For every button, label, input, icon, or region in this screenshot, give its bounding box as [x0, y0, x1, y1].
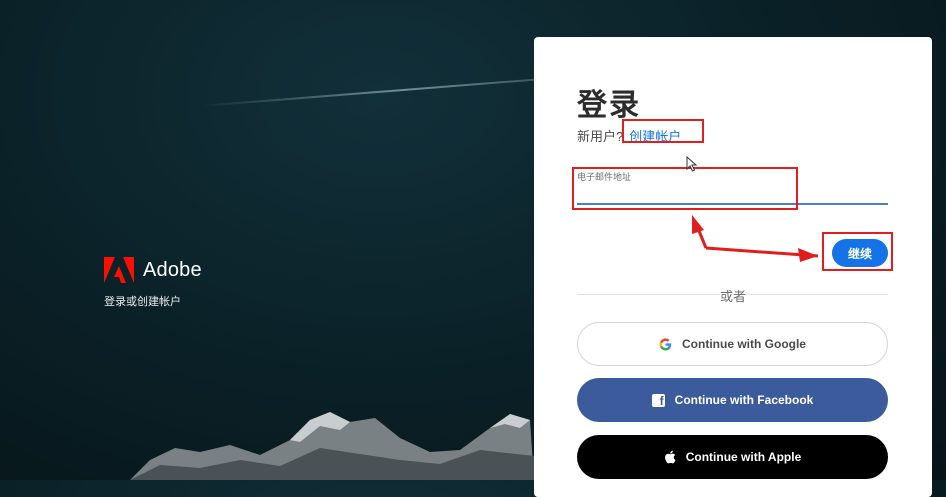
- google-button-label: Continue with Google: [682, 337, 806, 351]
- or-separator-label: 或者: [720, 286, 747, 305]
- brand-tagline: 登录或创建帐户: [104, 296, 181, 308]
- facebook-icon: f: [651, 393, 665, 407]
- annotation-box-continue-button: [822, 232, 893, 271]
- continue-with-facebook-button[interactable]: f Continue with Facebook: [577, 378, 888, 422]
- annotation-box-create-account: [622, 119, 704, 143]
- adobe-logo-icon: [104, 257, 134, 283]
- brand-name: Adobe: [143, 258, 202, 281]
- new-user-prompt: 新用户?: [577, 129, 624, 144]
- brand-block: Adobe 登录或创建帐户: [104, 257, 202, 309]
- continue-with-apple-button[interactable]: Continue with Apple: [577, 435, 888, 479]
- continue-with-google-button[interactable]: Continue with Google: [577, 322, 888, 366]
- apple-icon: [664, 450, 676, 464]
- page-title: 登录: [577, 89, 641, 122]
- google-icon: [659, 338, 672, 351]
- mouse-cursor-icon: [686, 156, 698, 172]
- facebook-button-label: Continue with Facebook: [674, 393, 814, 407]
- background-light-streak: [199, 78, 540, 107]
- annotation-box-email-field: [572, 167, 798, 210]
- apple-button-label: Continue with Apple: [685, 450, 802, 464]
